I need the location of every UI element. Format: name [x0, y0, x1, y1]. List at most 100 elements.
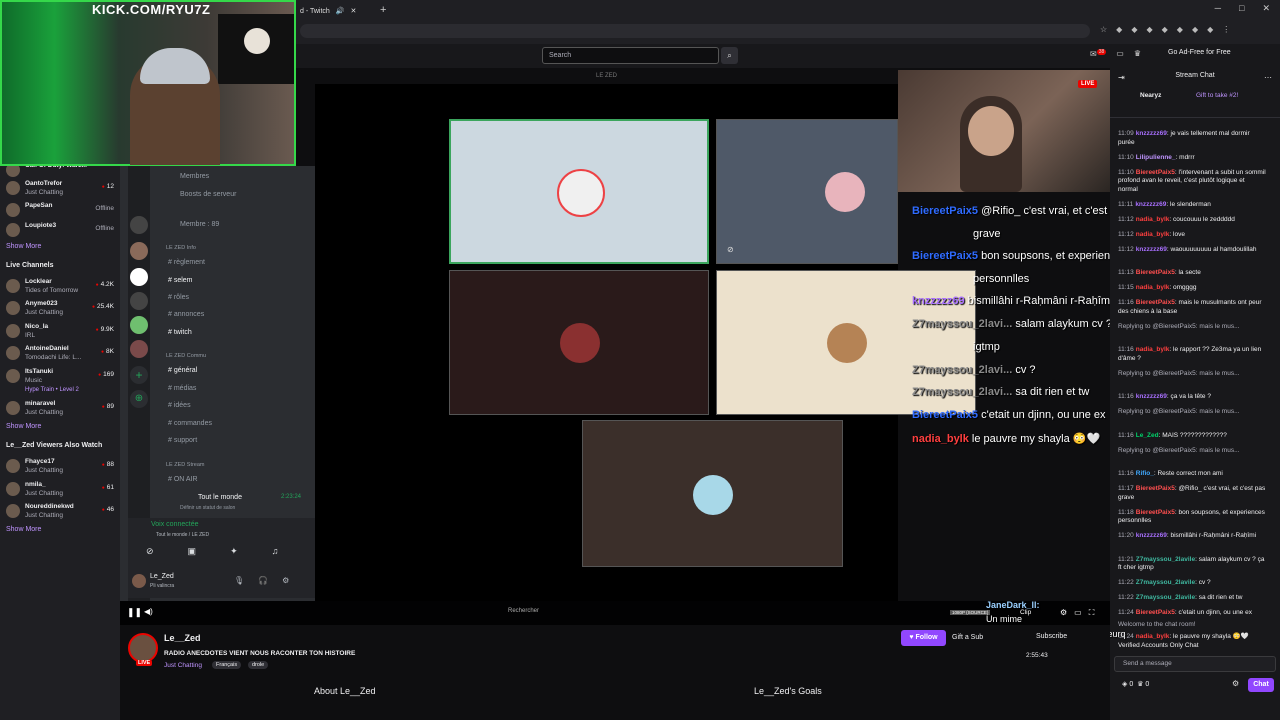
- category-stream[interactable]: LE ZED Stream: [166, 462, 205, 468]
- fullscreen-icon[interactable]: ⛶: [1089, 608, 1095, 618]
- mute-icon[interactable]: 🔊: [336, 7, 345, 15]
- channel-commandes[interactable]: # commandes: [168, 420, 212, 427]
- subscribe-button[interactable]: Subscribe: [1036, 633, 1067, 640]
- chat-message[interactable]: 11:12 knzzzzz69: waouuuuuuuu al hamdoulil…: [1118, 246, 1266, 255]
- chat-username[interactable]: Z7mayssou_2lavile: [1136, 556, 1195, 563]
- go-ad-free-button[interactable]: Go Ad-Free for Free: [1168, 49, 1231, 56]
- chat-message[interactable]: 11:24 BiereetPaix5: c'etait un djinn, ou …: [1118, 609, 1266, 618]
- show-more-link[interactable]: Show More: [6, 526, 41, 533]
- chat-message[interactable]: 11:20 knzzzzz69: bismillâhi r-Raḥmâni r-R…: [1118, 532, 1266, 541]
- chat-username[interactable]: BiereetPaix5: [1136, 485, 1175, 492]
- chat-message[interactable]: 11:16 BiereetPaix5: mais le musulmants on…: [1118, 299, 1266, 316]
- channel-idees[interactable]: # idées: [168, 402, 191, 409]
- inbox-icon[interactable]: ✉ 38: [1090, 49, 1107, 59]
- sidebar-channel[interactable]: nmila_ Just Chatting 61: [0, 479, 120, 501]
- video-tile[interactable]: [449, 270, 709, 415]
- extension-icon[interactable]: ◆: [1192, 25, 1198, 34]
- server-icon[interactable]: [130, 216, 148, 234]
- close-window-button[interactable]: ✕: [1262, 3, 1270, 14]
- minimize-button[interactable]: ─: [1215, 3, 1221, 14]
- chat-message[interactable]: 11:10 BiereetPaix5: l'intervenant a subit…: [1118, 169, 1266, 195]
- chat-username[interactable]: BiereetPaix5: [1136, 299, 1175, 306]
- stream-status[interactable]: Définir un statut de salon: [180, 505, 235, 511]
- camera-off-icon[interactable]: ⊘: [146, 546, 154, 557]
- sidebar-channel[interactable]: Nico_la IRL 9.9K: [0, 321, 120, 343]
- reply-context[interactable]: Replying to @BiereetPaix5: mais le mus..…: [1118, 323, 1266, 332]
- extension-icon[interactable]: ◆: [1207, 25, 1213, 34]
- chat-message[interactable]: 11:09 knzzzzz69: je vais tellement mal do…: [1118, 130, 1266, 147]
- tag[interactable]: drole: [248, 661, 269, 669]
- chat-username[interactable]: nadia_bylk: [1136, 216, 1170, 223]
- channel-selem[interactable]: # selem: [168, 277, 193, 284]
- sidebar-channel[interactable]: OantoTrefor Just Chatting 12: [0, 178, 120, 200]
- reply-context[interactable]: Replying to @BiereetPaix5: mais le mus..…: [1118, 370, 1266, 379]
- add-server-icon[interactable]: +: [130, 366, 148, 384]
- reply-context[interactable]: Replying to @BiereetPaix5: mais le mus..…: [1118, 408, 1266, 417]
- chat-message[interactable]: 11:16 nadia_bylk: le rapport ?? Ze3ma ya …: [1118, 346, 1266, 363]
- sidebar-channel[interactable]: Anyme023 Just Chatting 25.4K: [0, 298, 120, 320]
- chat-input[interactable]: Send a message: [1114, 656, 1276, 672]
- chat-username[interactable]: nadia_bylk: [1136, 231, 1170, 238]
- chat-username[interactable]: knzzzzz69: [1136, 393, 1167, 400]
- chat-username[interactable]: nadia_bylk: [1136, 346, 1170, 353]
- sidebar-channel[interactable]: Fhayce17 Just Chatting 88: [0, 456, 120, 478]
- server-icon[interactable]: [130, 316, 148, 334]
- sidebar-channel[interactable]: PapeSan Offline: [0, 200, 120, 222]
- show-more-link[interactable]: Show More: [6, 243, 41, 250]
- channel-avatar[interactable]: [128, 633, 158, 663]
- pause-icon[interactable]: ❚❚: [127, 607, 142, 618]
- category-info[interactable]: LE ZED Info: [166, 245, 196, 251]
- chat-username[interactable]: Rifio_: [1136, 470, 1154, 477]
- maximize-button[interactable]: □: [1239, 3, 1244, 14]
- chat-message[interactable]: 11:17 BiereetPaix5: @Rifio_ c'est vrai, e…: [1118, 485, 1266, 502]
- chat-message[interactable]: 11:13 BiereetPaix5: la secte: [1118, 269, 1266, 278]
- channel-name[interactable]: Le__Zed: [164, 633, 201, 643]
- users-icon[interactable]: ⋯: [1264, 73, 1272, 82]
- explore-icon[interactable]: ⊕: [130, 390, 148, 408]
- follow-button[interactable]: ♥ Follow: [901, 630, 946, 646]
- reply-context[interactable]: Replying to @BiereetPaix5: mais le mus..…: [1118, 447, 1266, 456]
- video-tile[interactable]: [449, 119, 709, 264]
- video-tile[interactable]: [582, 420, 843, 567]
- tag[interactable]: Français: [212, 661, 242, 669]
- chat-message[interactable]: 11:10 Lilipulienne_: mdrrr: [1118, 154, 1266, 163]
- channel-twitch[interactable]: # twitch: [168, 329, 192, 336]
- chat-username[interactable]: knzzzzz69: [1136, 532, 1167, 539]
- sidebar-channel[interactable]: Loupiote3 Offline: [0, 220, 120, 242]
- chat-username[interactable]: Z7mayssou_2lavile: [1136, 594, 1195, 601]
- microphone-icon[interactable]: 🎙: [234, 576, 244, 585]
- sidebar-channel[interactable]: Locklear Tides of Tomorrow 4.2K: [0, 276, 120, 298]
- chat-username[interactable]: BiereetPaix5: [1136, 169, 1175, 176]
- video-tile[interactable]: ⊘: [716, 119, 898, 264]
- extension-icon[interactable]: ◆: [1162, 25, 1168, 34]
- show-more-link[interactable]: Show More: [6, 423, 41, 430]
- channel-roles[interactable]: # rôles: [168, 294, 189, 301]
- search-input[interactable]: Search: [542, 47, 719, 64]
- chat-message[interactable]: 11:18 BiereetPaix5: bon soupsons, et expe…: [1118, 509, 1266, 526]
- chat-message[interactable]: 11:15 nadia_bylk: omgggg: [1118, 284, 1266, 293]
- server-icon[interactable]: [130, 340, 148, 358]
- theatre-mode-icon[interactable]: ▭: [1074, 608, 1082, 618]
- channel-general[interactable]: # général: [168, 367, 197, 374]
- star-icon[interactable]: ☆: [1100, 25, 1107, 34]
- chat-message[interactable]: 11:22 Z7mayssou_2lavile: cv ?: [1118, 579, 1266, 588]
- channel-medias[interactable]: # médias: [168, 385, 196, 392]
- activities-icon[interactable]: ✦: [230, 546, 238, 557]
- chat-message[interactable]: 11:16 Le_Zed: MAIS ?????????????: [1118, 432, 1266, 441]
- sidebar-channel[interactable]: Noureddinekwd Just Chatting 46: [0, 501, 120, 523]
- chat-username[interactable]: nadia_bylk: [1136, 284, 1170, 291]
- extension-icon[interactable]: ◆: [1131, 25, 1137, 34]
- pinned-gift[interactable]: Nearyz Gift to take #2!: [1110, 88, 1280, 118]
- screen-share-icon[interactable]: ▣: [188, 546, 197, 557]
- chat-settings-icon[interactable]: ⚙: [1232, 679, 1239, 688]
- voice-channel-path[interactable]: Tout le monde / LE ZED: [156, 532, 209, 538]
- close-tab-icon[interactable]: ✕: [351, 7, 357, 15]
- chat-username[interactable]: nadia_bylk: [1136, 633, 1170, 640]
- settings-icon[interactable]: ⚙: [1060, 608, 1067, 618]
- address-bar[interactable]: [300, 24, 1090, 38]
- chat-username[interactable]: BiereetPaix5: [1136, 509, 1175, 516]
- sidebar-channel[interactable]: ItsTanuki Music 169: [0, 366, 120, 388]
- chat-message[interactable]: 11:16 knzzzzz69: ça va la tête ?: [1118, 393, 1266, 402]
- category-commu[interactable]: LE ZED Commu: [166, 353, 206, 359]
- channel-reglement[interactable]: # règlement: [168, 259, 205, 266]
